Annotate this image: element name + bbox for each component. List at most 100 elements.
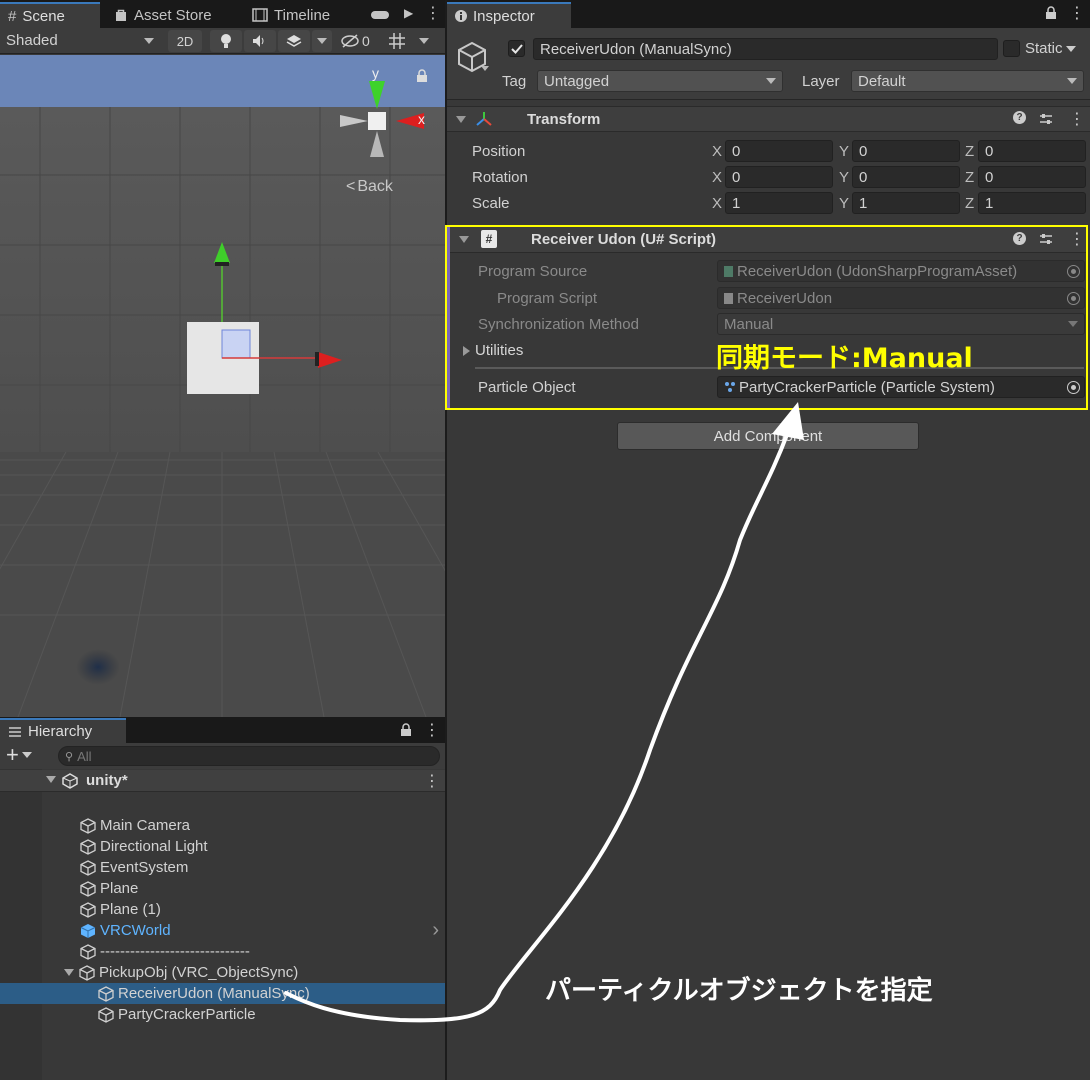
script-hash-icon: # xyxy=(481,230,497,248)
add-component-button[interactable]: Add Component xyxy=(617,422,919,450)
transform-y-input[interactable]: 0 xyxy=(852,140,960,162)
utilities-foldout[interactable]: Utilities xyxy=(463,342,523,359)
transform-header[interactable]: Transform ? ⋮ xyxy=(447,106,1090,132)
kebab-menu-icon[interactable]: ⋮ xyxy=(1069,109,1085,129)
help-icon[interactable]: ? xyxy=(1013,111,1026,124)
object-picker-icon[interactable] xyxy=(1067,292,1080,305)
foldout-arrow-icon[interactable] xyxy=(459,236,469,243)
program-source-field[interactable]: ReceiverUdon (UdonSharpProgramAsset) xyxy=(717,260,1085,282)
kebab-menu-icon[interactable]: ⋮ xyxy=(424,771,440,791)
axis-y-label[interactable]: Y xyxy=(839,143,849,160)
lock-icon[interactable] xyxy=(400,723,412,741)
hierarchy-item[interactable]: Plane xyxy=(0,878,445,899)
hierarchy-item[interactable]: VRCWorld › xyxy=(0,919,445,942)
transform-y-value: 1 xyxy=(859,194,868,212)
object-name-input[interactable]: ReceiverUdon (ManualSync) xyxy=(533,38,998,60)
transform-x-input[interactable]: 0 xyxy=(725,140,833,162)
tab-game[interactable] xyxy=(362,2,398,28)
transform-x-input[interactable]: 0 xyxy=(725,166,833,188)
grid-dropdown-icon[interactable] xyxy=(414,30,432,52)
audio-toggle[interactable] xyxy=(244,30,276,52)
hidden-count: 0 xyxy=(362,33,370,49)
axis-x-label[interactable]: X xyxy=(712,169,722,186)
hierarchy-item[interactable]: Directional Light xyxy=(0,836,445,857)
effects-dropdown-icon[interactable] xyxy=(312,30,332,52)
hierarchy-scene-row[interactable]: unity* ⋮ xyxy=(0,770,445,792)
axis-y-label[interactable]: Y xyxy=(839,195,849,212)
tab-hierarchy[interactable]: Hierarchy xyxy=(0,718,126,743)
presets-icon[interactable] xyxy=(1039,232,1053,246)
axis-y-label[interactable]: Y xyxy=(839,169,849,186)
chevron-down-icon[interactable] xyxy=(481,66,489,71)
lighting-toggle[interactable] xyxy=(210,30,242,52)
effects-toggle[interactable] xyxy=(278,30,310,52)
foldout-arrow-icon[interactable] xyxy=(456,116,466,123)
lock-icon[interactable] xyxy=(1045,6,1057,24)
lightbulb-icon xyxy=(221,34,231,48)
kebab-menu-icon[interactable]: ⋮ xyxy=(1069,229,1085,249)
axis-z-label[interactable]: Z xyxy=(965,169,974,186)
lock-icon[interactable] xyxy=(416,69,428,87)
tab-timeline[interactable]: Timeline xyxy=(244,2,338,28)
kebab-menu-icon[interactable]: ⋮ xyxy=(1069,3,1085,23)
transform-z-value: 0 xyxy=(985,142,994,160)
object-picker-icon[interactable] xyxy=(1067,265,1080,278)
kebab-menu-icon[interactable]: ⋮ xyxy=(424,720,440,740)
chevron-down-icon xyxy=(1067,78,1077,84)
tab-asset-store[interactable]: Asset Store xyxy=(106,2,220,28)
chevron-down-icon xyxy=(766,78,776,84)
sync-method-dropdown[interactable]: Manual xyxy=(717,313,1085,335)
axis-x-label[interactable]: X xyxy=(712,143,722,160)
shading-dropdown[interactable]: Shaded xyxy=(0,28,162,54)
presets-icon[interactable] xyxy=(1039,112,1053,126)
transform-icon xyxy=(476,112,492,126)
mode-2d-button[interactable]: 2D xyxy=(168,30,202,52)
chevron-right-icon[interactable]: › xyxy=(432,919,439,942)
hierarchy-item[interactable]: PickupObj (VRC_ObjectSync) xyxy=(0,962,445,983)
static-dropdown[interactable]: Static xyxy=(1025,40,1076,57)
transform-x-input[interactable]: 1 xyxy=(725,192,833,214)
axis-x-label[interactable]: X xyxy=(712,195,722,212)
kebab-menu-icon[interactable]: ⋮ xyxy=(425,3,441,23)
static-checkbox[interactable] xyxy=(1003,40,1020,57)
chevron-down-icon xyxy=(1068,321,1078,327)
transform-y-input[interactable]: 1 xyxy=(852,192,960,214)
program-script-field[interactable]: ReceiverUdon xyxy=(717,287,1085,309)
visibility-toggle[interactable]: 0 xyxy=(336,30,378,52)
expand-arrow-icon[interactable] xyxy=(64,969,74,976)
transform-z-input[interactable]: 1 xyxy=(978,192,1086,214)
transform-y-input[interactable]: 0 xyxy=(852,166,960,188)
grid-toggle[interactable] xyxy=(382,30,412,52)
hierarchy-item[interactable]: PartyCrackerParticle xyxy=(0,1004,445,1025)
hierarchy-item[interactable]: Plane (1) xyxy=(0,899,445,920)
expand-arrow-icon[interactable] xyxy=(46,776,56,783)
back-chevron-icon: < xyxy=(346,178,356,195)
layer-dropdown[interactable]: Default xyxy=(851,70,1084,92)
tab-timeline-label: Timeline xyxy=(274,6,331,24)
tab-scene[interactable]: # Scene xyxy=(0,2,100,28)
hierarchy-item[interactable]: ------------------------------ xyxy=(0,941,445,962)
hierarchy-item[interactable]: Main Camera xyxy=(0,815,445,836)
tab-inspector[interactable]: Inspector xyxy=(447,2,571,28)
hierarchy-item[interactable]: ReceiverUdon (ManualSync) xyxy=(0,983,445,1004)
axis-z-label[interactable]: Z xyxy=(965,195,974,212)
help-icon[interactable]: ? xyxy=(1013,232,1026,245)
scene-viewport[interactable]: y x < Back xyxy=(0,55,445,717)
gizmo-back-button[interactable]: < Back xyxy=(346,178,393,196)
create-button[interactable]: + xyxy=(6,744,32,766)
transform-z-input[interactable]: 0 xyxy=(978,140,1086,162)
axis-z-label[interactable]: Z xyxy=(965,143,974,160)
gameobject-cube-icon xyxy=(79,964,95,981)
udon-component-accent xyxy=(447,227,450,408)
tag-dropdown[interactable]: Untagged xyxy=(537,70,783,92)
hierarchy-item[interactable]: EventSystem xyxy=(0,857,445,878)
hierarchy-search-input[interactable]: ⚲ All xyxy=(58,746,440,766)
active-checkbox[interactable] xyxy=(508,40,525,57)
tag-label: Tag xyxy=(502,73,527,90)
udon-header[interactable]: # Receiver Udon (U# Script) ? ⋮ xyxy=(450,227,1086,253)
gameobject-cube-icon xyxy=(98,985,114,1002)
transform-z-input[interactable]: 0 xyxy=(978,166,1086,188)
particle-object-field[interactable]: PartyCrackerParticle (Particle System) xyxy=(717,376,1085,398)
tab-overflow-icon[interactable]: ▶ xyxy=(404,6,413,20)
object-picker-icon[interactable] xyxy=(1067,381,1080,394)
